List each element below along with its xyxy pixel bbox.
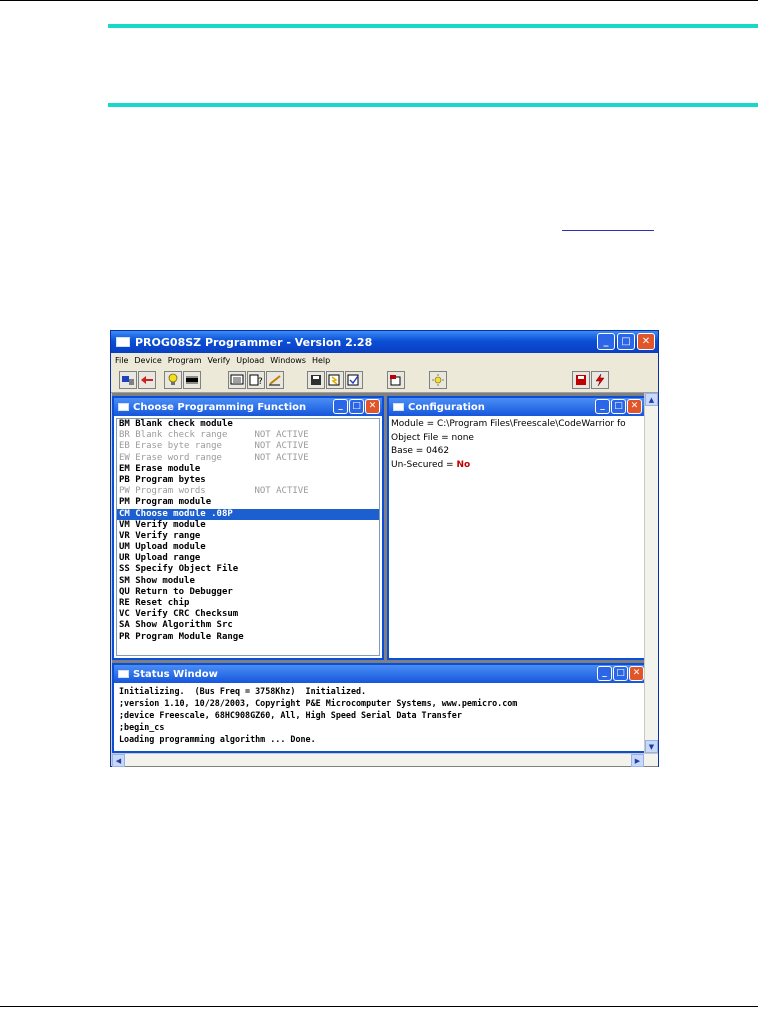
menu-bar: File Device Program Verify Upload Window… [111,353,658,368]
bottom-page-rule [0,1006,758,1007]
status-window: Status Window _ □ ✕ Initializing. (Bus F… [112,663,648,753]
program-icon[interactable] [326,371,344,389]
function-item[interactable]: PW Program words NOT ACTIVE [117,486,379,497]
scroll-down-icon[interactable]: ▼ [645,740,658,753]
function-window-title: Choose Programming Function [133,401,307,413]
config-object-file: Object File = none [391,432,474,443]
chip-icon[interactable] [183,371,201,389]
function-window: Choose Programming Function _ □ ✕ BM Bla… [112,396,384,660]
link-underline[interactable] [562,230,654,231]
function-item[interactable]: BM Blank check module [117,419,379,430]
config-body: Module = C:\Program Files\Freescale\Code… [389,418,644,658]
toolbar: ? [111,368,658,393]
menu-verify[interactable]: Verify [208,356,231,365]
minimize-button[interactable]: _ [597,666,612,681]
function-item[interactable]: RE Reset chip [117,598,379,609]
menu-windows[interactable]: Windows [270,356,306,365]
function-item[interactable]: VC Verify CRC Checksum [117,609,379,620]
header-rule-top [108,24,758,28]
mdi-vertical-scrollbar[interactable]: ▲ ▼ [644,393,658,753]
scroll-left-icon[interactable]: ◀ [112,754,125,767]
function-item[interactable]: UR Upload range [117,553,379,564]
config-window: Configuration _ □ ✕ Module = C:\Program … [387,396,658,660]
connect-icon[interactable] [119,371,137,389]
config-base: Base = 0462 [391,446,450,456]
programmer-window: PROG08SZ Programmer - Version 2.28 _ □ ✕… [110,330,659,767]
function-list-box: BM Blank check module BR Blank check rang… [116,418,380,656]
main-titlebar[interactable]: PROG08SZ Programmer - Version 2.28 _ □ ✕ [111,331,658,353]
lightbulb-icon[interactable] [164,371,182,389]
maximize-button[interactable]: □ [611,399,626,414]
function-item[interactable]: CM Choose module .08P [117,508,379,520]
function-item[interactable]: SA Show Algorithm Src [117,620,379,631]
header-rule-bottom [108,103,758,107]
function-window-titlebar[interactable]: Choose Programming Function _ □ ✕ [114,398,382,416]
status-line: ;begin_cs [119,722,165,732]
maximize-button[interactable]: □ [349,399,364,414]
verify-icon[interactable] [345,371,363,389]
function-item[interactable]: PB Program bytes [117,475,379,486]
status-line: ;device Freescale, 68HC908GZ60, All, Hig… [119,710,462,720]
function-item[interactable]: EB Erase byte range NOT ACTIVE [117,441,379,452]
window-title: PROG08SZ Programmer - Version 2.28 [135,335,373,349]
minimize-button[interactable]: _ [595,399,610,414]
function-item[interactable]: VM Verify module [117,520,379,531]
scroll-up-icon[interactable]: ▲ [645,393,658,406]
svg-text:?: ? [258,377,263,386]
menu-upload[interactable]: Upload [236,356,264,365]
scroll-right-icon[interactable]: ▶ [631,754,644,767]
pen-icon[interactable] [266,371,284,389]
status-window-title: Status Window [133,668,218,680]
function-item[interactable]: PM Program module [117,497,379,508]
arrow-left-icon[interactable] [138,371,156,389]
function-item[interactable]: EM Erase module [117,464,379,475]
function-item[interactable]: QU Return to Debugger [117,587,379,598]
function-item[interactable]: VR Verify range [117,531,379,542]
status-body: Initializing. (Bus Freq = 3758Khz) Initi… [116,685,644,749]
status-line: ;version 1.10, 10/28/2003, Copyright P&E… [119,698,518,708]
minimize-button[interactable]: _ [597,333,615,350]
help-icon[interactable]: ? [247,371,265,389]
window-icon [393,403,404,411]
function-item[interactable]: UM Upload module [117,542,379,553]
menu-file[interactable]: File [115,356,128,365]
mdi-horizontal-scrollbar[interactable]: ◀ ▶ [112,753,658,767]
status-window-titlebar[interactable]: Status Window _ □ ✕ [114,665,646,683]
function-item[interactable]: BR Blank check range NOT ACTIVE [117,430,379,441]
config-secured: Un-Secured = No [389,459,644,473]
config-window-titlebar[interactable]: Configuration _ □ ✕ [389,398,658,416]
screen-icon[interactable] [228,371,246,389]
window-icon [118,403,129,411]
menu-program[interactable]: Program [168,356,202,365]
mdi-workspace: Choose Programming Function _ □ ✕ BM Bla… [112,393,658,767]
secured-label: Un-Secured = [391,459,457,470]
status-line: Initializing. (Bus Freq = 3758Khz) Initi… [119,686,367,696]
lightning-icon[interactable] [591,371,609,389]
maximize-button[interactable]: □ [617,333,635,350]
function-item[interactable]: PR Program Module Range [117,632,379,643]
menu-device[interactable]: Device [134,356,161,365]
floppy-icon[interactable] [307,371,325,389]
function-item[interactable]: EW Erase word range NOT ACTIVE [117,453,379,464]
top-page-rule [0,0,758,1]
close-button[interactable]: ✕ [365,399,380,414]
app-icon [116,337,130,347]
minimize-button[interactable]: _ [333,399,348,414]
menu-help[interactable]: Help [312,356,330,365]
status-line: Loading programming algorithm ... Done. [119,734,316,744]
floppy-red-icon[interactable] [572,371,590,389]
config-window-title: Configuration [408,401,485,413]
function-item[interactable]: SS Specify Object File [117,564,379,575]
secured-value: No [456,459,471,470]
window-icon [118,670,129,678]
upload-icon[interactable] [387,371,405,389]
close-button[interactable]: ✕ [629,666,644,681]
reset-icon[interactable] [429,371,447,389]
close-button[interactable]: ✕ [627,399,642,414]
config-module: Module = C:\Program Files\Freescale\Code… [391,419,626,429]
maximize-button[interactable]: □ [613,666,628,681]
function-item[interactable]: SM Show module [117,576,379,587]
close-button[interactable]: ✕ [637,333,655,350]
function-list: BM Blank check module BR Blank check rang… [117,419,379,643]
